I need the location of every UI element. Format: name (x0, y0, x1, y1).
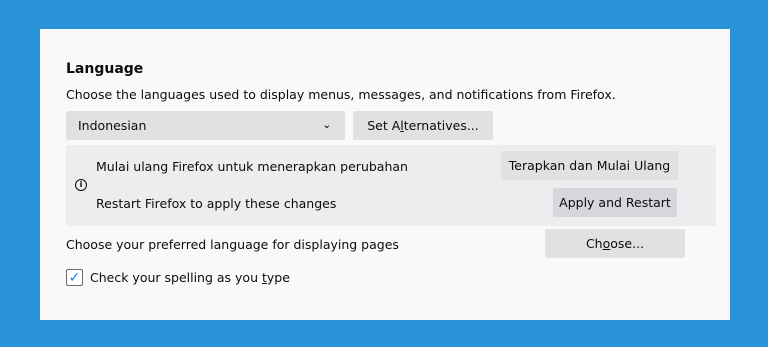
restart-message-localized: Mulai ulang Firefox untuk menerapkan per… (96, 159, 408, 174)
choose-button[interactable]: Choose... (545, 229, 685, 258)
set-alternatives-button[interactable]: Set Alternatives... (353, 111, 493, 140)
page-language-text: Choose your preferred language for displ… (66, 237, 399, 252)
restart-message-english: Restart Firefox to apply these changes (96, 196, 337, 211)
restart-notice: i Mulai ulang Firefox untuk menerapkan p… (66, 145, 716, 226)
spellcheck-label: Check your spelling as you type (90, 270, 290, 285)
spellcheck-checkbox[interactable]: ✓ (66, 269, 83, 286)
spellcheck-option[interactable]: ✓ Check your spelling as you type (66, 269, 290, 286)
apply-and-restart-button[interactable]: Apply and Restart (553, 188, 677, 217)
checkmark-icon: ✓ (68, 269, 81, 286)
language-select-value: Indonesian (78, 118, 147, 133)
section-heading: Language (66, 61, 144, 77)
apply-and-restart-localized-button[interactable]: Terapkan dan Mulai Ulang (501, 151, 678, 180)
language-select[interactable]: Indonesian ⌄ (66, 111, 345, 140)
info-icon: i (75, 179, 87, 191)
chevron-down-icon: ⌄ (322, 120, 331, 131)
language-settings-panel: Language Choose the languages used to di… (40, 29, 730, 320)
section-description: Choose the languages used to display men… (66, 87, 616, 102)
